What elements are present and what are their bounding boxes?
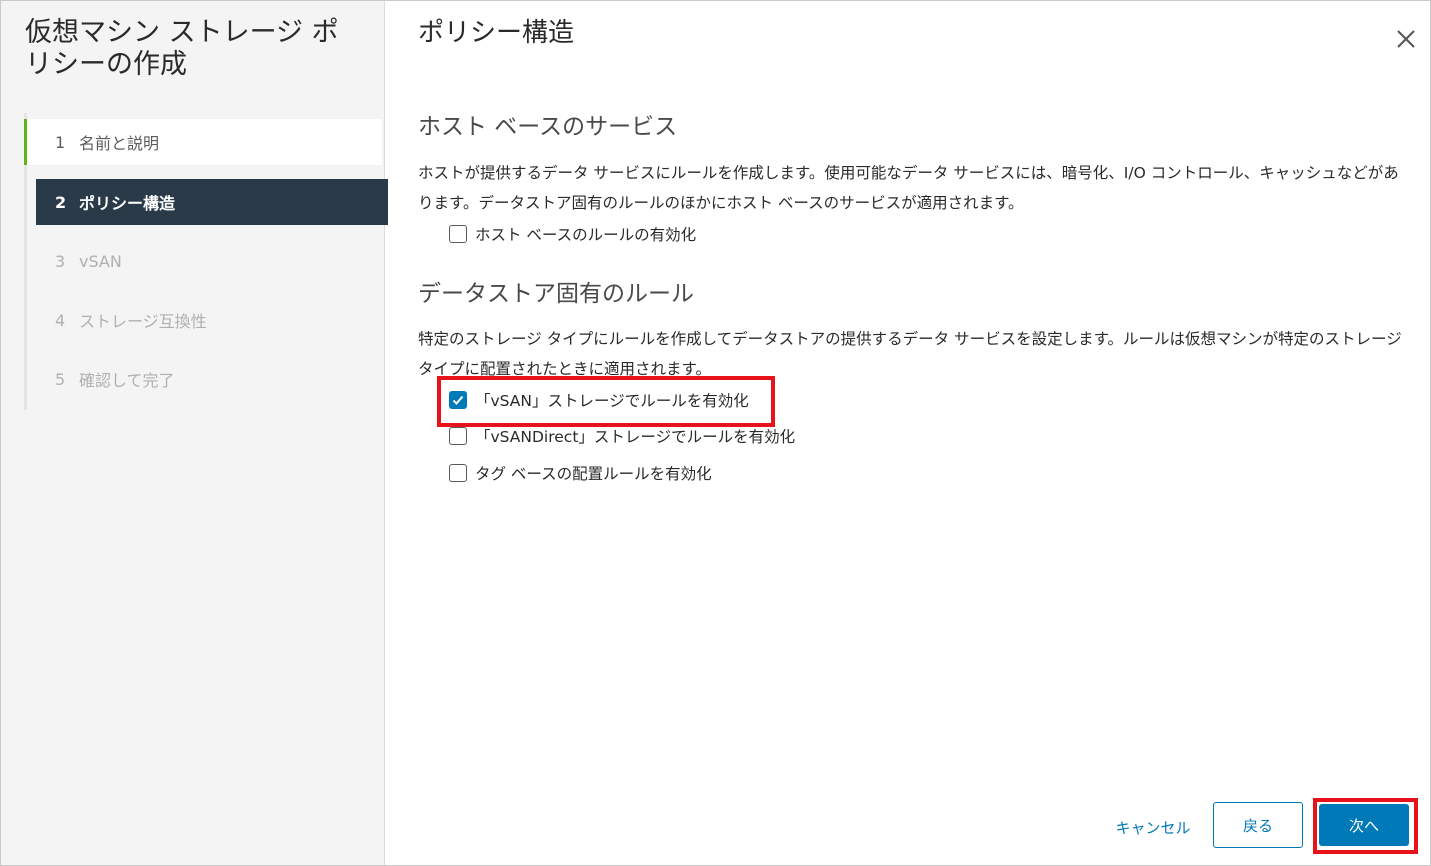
wizard-step-vsan: 3 vSAN (27, 238, 385, 284)
step-number: 2 (55, 192, 67, 212)
wizard-title: 仮想マシン ストレージ ポリシーの作成 (25, 17, 339, 80)
step-label: 名前と説明 (79, 134, 160, 153)
cancel-button[interactable]: キャンセル (1105, 810, 1201, 844)
vsandirect-rules-checkbox[interactable]: 「vSANDirect」ストレージでルールを有効化 (449, 424, 795, 448)
datastore-rules-title: データストア固有のルール (418, 281, 694, 307)
datastore-rules-description: 特定のストレージ タイプにルールを作成してデータストアの提供するデータ サービス… (418, 330, 1402, 378)
checkbox-label: 「vSANDirect」ストレージでルールを有効化 (475, 428, 796, 446)
checkbox-box[interactable] (449, 391, 467, 409)
vsan-rules-checkbox[interactable]: 「vSAN」ストレージでルールを有効化 (449, 388, 749, 412)
wizard-step-review-finish: 5 確認して完了 (27, 356, 385, 402)
step-number: 1 (55, 132, 66, 152)
wizard-sidebar: 仮想マシン ストレージ ポリシーの作成 1 名前と説明 2 ポリシー構造 3 v… (1, 1, 388, 865)
step-number: 3 (55, 251, 66, 271)
wizard-step-name-description[interactable]: 1 名前と説明 (24, 119, 382, 165)
wizard-step-storage-compatibility: 4 ストレージ互換性 (27, 297, 385, 343)
host-services-title: ホスト ベースのサービス (418, 114, 678, 140)
wizard-steps: 1 名前と説明 2 ポリシー構造 3 vSAN 4 ストレージ互換性 5 確認し… (24, 113, 388, 410)
checkbox-label: 「vSAN」ストレージでルールを有効化 (475, 392, 749, 410)
checkbox-box[interactable] (449, 225, 467, 243)
step-label: 確認して完了 (79, 371, 175, 390)
tag-placement-rules-checkbox[interactable]: タグ ベースの配置ルールを有効化 (449, 461, 712, 485)
step-number: 4 (55, 310, 66, 330)
close-button[interactable] (1394, 27, 1418, 51)
page-title: ポリシー構造 (418, 18, 575, 48)
step-label: ポリシー構造 (79, 194, 176, 213)
step-label: ストレージ互換性 (79, 312, 207, 331)
checkbox-box[interactable] (449, 464, 467, 482)
checkbox-box[interactable] (449, 427, 467, 445)
checkbox-label: タグ ベースの配置ルールを有効化 (475, 465, 712, 483)
close-icon (1397, 30, 1415, 48)
next-button[interactable]: 次へ (1319, 804, 1409, 846)
host-services-description: ホストが提供するデータ サービスにルールを作成します。使用可能なデータ サービス… (418, 164, 1399, 212)
wizard-step-policy-structure[interactable]: 2 ポリシー構造 (36, 179, 388, 225)
step-label: vSAN (79, 251, 122, 271)
host-rules-checkbox[interactable]: ホスト ベースのルールの有効化 (449, 222, 696, 246)
back-button[interactable]: 戻る (1213, 802, 1303, 848)
checkmark-icon (452, 395, 464, 405)
checkbox-label: ホスト ベースのルールの有効化 (475, 226, 697, 244)
step-number: 5 (55, 369, 66, 389)
